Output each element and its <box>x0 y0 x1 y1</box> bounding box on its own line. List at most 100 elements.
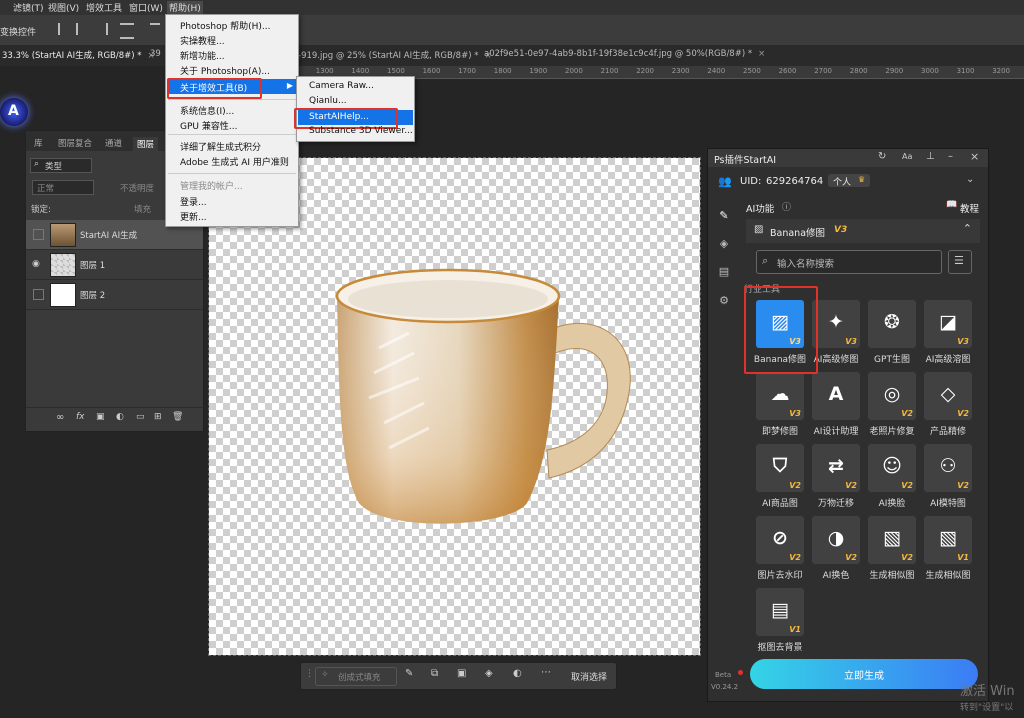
eye-icon[interactable]: ◉ <box>32 259 42 269</box>
document-canvas[interactable] <box>208 157 701 656</box>
similar-image-icon: ▧ <box>939 527 957 549</box>
tool-label: 生成相似图 <box>925 571 971 581</box>
menu-plugins[interactable]: 增效工具 <box>86 1 122 14</box>
generative-fill-button[interactable]: ✧ 创成式填充 <box>315 667 397 686</box>
menu-window[interactable]: 窗口(W) <box>129 1 163 14</box>
tool-card[interactable]: ⚇ V2 <box>924 444 972 492</box>
menu-item-manage-account[interactable]: 管理我的帐户... <box>180 179 243 192</box>
fill-icon[interactable]: ◈ <box>485 668 493 679</box>
tool-label: 万物迁移 <box>817 499 854 509</box>
design-assistant-icon: A <box>828 383 844 405</box>
menu-filter[interactable]: 滤镜(T) <box>13 1 44 14</box>
tool-card[interactable]: ▧ V2 <box>868 516 916 564</box>
generate-button[interactable]: 立即生成 <box>750 659 978 689</box>
tab-document-2[interactable]: 39 <box>150 49 161 59</box>
tool-card[interactable]: A <box>812 372 860 420</box>
tool-grid: ▨ V3 Banana修图 ✦ V3 AI高级修图 ❂ GPT生图 ◪ V3 AI高级溶图 ☁ V3 即梦… <box>708 149 988 701</box>
tool-card[interactable]: ⇄ V2 <box>812 444 860 492</box>
layer-filter-select[interactable]: ⌕ 类型 <box>30 158 92 173</box>
brush-icon[interactable]: ✎ <box>405 668 413 679</box>
menu-item-tutorials[interactable]: 实操教程... <box>180 34 225 47</box>
remove-bg-icon: ▤ <box>771 599 789 621</box>
menu-item-updates[interactable]: 更新... <box>180 210 207 223</box>
tool-card[interactable]: ▧ V1 <box>924 516 972 564</box>
ruler-tick-label: 1300 <box>315 67 334 75</box>
visibility-toggle[interactable] <box>33 289 44 300</box>
blend-mode-label: 正常 <box>37 184 55 194</box>
tab-channels[interactable]: 通道 <box>105 137 122 149</box>
layer-row[interactable]: ◉ 图层 1 <box>26 250 203 280</box>
menu-item-ai-guidelines[interactable]: Adobe 生成式 AI 用户准则 <box>180 155 289 168</box>
tool-card[interactable]: ⊘ V2 <box>756 516 804 564</box>
startai-logo-icon[interactable]: A <box>0 98 28 126</box>
tab-layer-comps[interactable]: 图层复合 <box>58 137 92 149</box>
menu-item-credits[interactable]: 详细了解生成式积分 <box>180 140 261 153</box>
submenu-item-camera-raw[interactable]: Camera Raw... <box>309 81 374 91</box>
link-icon[interactable]: ∞ <box>56 412 64 423</box>
tab-document-1[interactable]: 33.3% (StartAI AI生成, RGB/8#) * × <box>2 49 155 61</box>
distribute-icon[interactable] <box>120 23 134 39</box>
close-icon[interactable]: × <box>758 49 765 59</box>
blend-mode-select[interactable]: 正常 <box>32 180 94 195</box>
tool-card[interactable]: ☺ V2 <box>868 444 916 492</box>
ruler-tick-label: 3100 <box>956 67 975 75</box>
submenu-item-substance[interactable]: Substance 3D Viewer... <box>309 126 413 136</box>
fx-icon[interactable]: fx <box>76 412 85 422</box>
beta-label: Beta <box>715 671 732 679</box>
folder-icon[interactable]: ▭ <box>136 412 145 422</box>
trash-icon[interactable]: 🗑 <box>172 412 183 422</box>
tab-document-4[interactable]: a02f9e51-0e97-4ab9-8b1f-19f38e1c9c4f.jpg… <box>484 49 765 59</box>
tool-card[interactable]: ✦ V3 <box>812 300 860 348</box>
tool-label: 图片去水印 <box>757 571 803 581</box>
visibility-toggle[interactable] <box>33 229 44 240</box>
menu-view[interactable]: 视图(V) <box>48 1 79 14</box>
new-layer-icon[interactable]: ⊞ <box>154 412 162 422</box>
menu-item-system-info[interactable]: 系统信息(I)... <box>180 104 234 117</box>
adjustment-icon[interactable]: ◐ <box>513 668 522 679</box>
align-left-icon[interactable] <box>58 23 72 35</box>
align-top-icon[interactable] <box>150 23 160 37</box>
mask-icon[interactable]: ▣ <box>96 412 105 422</box>
transform-controls-label[interactable]: 变换控件 <box>0 25 36 38</box>
tool-card[interactable]: ◎ V2 <box>868 372 916 420</box>
tab-document-3[interactable]: -919.jpg @ 25% (StartAI AI生成, RGB/8#) * × <box>298 49 492 61</box>
tab-label: -919.jpg @ 25% (StartAI AI生成, RGB/8#) * <box>298 51 479 61</box>
layers-footer: ∞ fx ▣ ◐ ▭ ⊞ 🗑 <box>26 407 203 430</box>
layer-row[interactable]: 图层 2 <box>26 280 203 310</box>
tool-card[interactable]: ⛉ V2 <box>756 444 804 492</box>
tab-label: 33.3% (StartAI AI生成, RGB/8#) * <box>2 51 142 61</box>
more-icon[interactable]: ⋯ <box>541 667 551 678</box>
transform-icon[interactable]: ⧉ <box>431 668 438 679</box>
menu-item-whats-new[interactable]: 新增功能... <box>180 49 225 62</box>
tab-libraries[interactable]: 库 <box>34 137 43 149</box>
highlight-box <box>167 78 262 99</box>
drag-handle-icon[interactable]: ⋮ <box>305 669 314 679</box>
menu-item-photoshop-help[interactable]: Photoshop 帮助(H)... <box>180 19 271 32</box>
tool-card[interactable]: ☁ V3 <box>756 372 804 420</box>
menu-help[interactable]: 帮助(H) <box>167 1 203 14</box>
tab-layers[interactable]: 图层 <box>133 137 159 151</box>
menu-item-gpu[interactable]: GPU 兼容性... <box>180 119 237 132</box>
tool-version-badge: V2 <box>845 553 857 562</box>
tool-version-badge: V2 <box>901 553 913 562</box>
menu-item-sign-in[interactable]: 登录... <box>180 195 207 208</box>
mask-icon[interactable]: ▣ <box>457 668 466 679</box>
version-label: V0.24.2 <box>711 683 739 691</box>
tool-card[interactable]: ◇ V2 <box>924 372 972 420</box>
align-right-icon[interactable] <box>94 23 108 35</box>
transfer-icon: ⇄ <box>828 455 844 477</box>
align-center-icon[interactable] <box>76 23 90 35</box>
tool-card[interactable]: ◑ V2 <box>812 516 860 564</box>
tool-card[interactable]: ❂ <box>868 300 916 348</box>
tool-version-badge: V3 <box>845 337 857 346</box>
tool-version-badge: V1 <box>789 625 801 634</box>
ruler-tick-label: 1700 <box>458 67 477 75</box>
tool-card[interactable]: ▤ V1 <box>756 588 804 636</box>
document-tabs: 33.3% (StartAI AI生成, RGB/8#) * × 39 -919.… <box>0 45 1024 66</box>
menu-item-about-photoshop[interactable]: 关于 Photoshop(A)... <box>180 64 270 77</box>
deselect-button[interactable]: 取消选择 <box>571 670 607 683</box>
adjustment-icon[interactable]: ◐ <box>116 412 124 422</box>
ruler-tick-label: 3000 <box>921 67 939 75</box>
tool-card[interactable]: ◪ V3 <box>924 300 972 348</box>
submenu-item-qianlu[interactable]: Qianlu... <box>309 96 347 106</box>
